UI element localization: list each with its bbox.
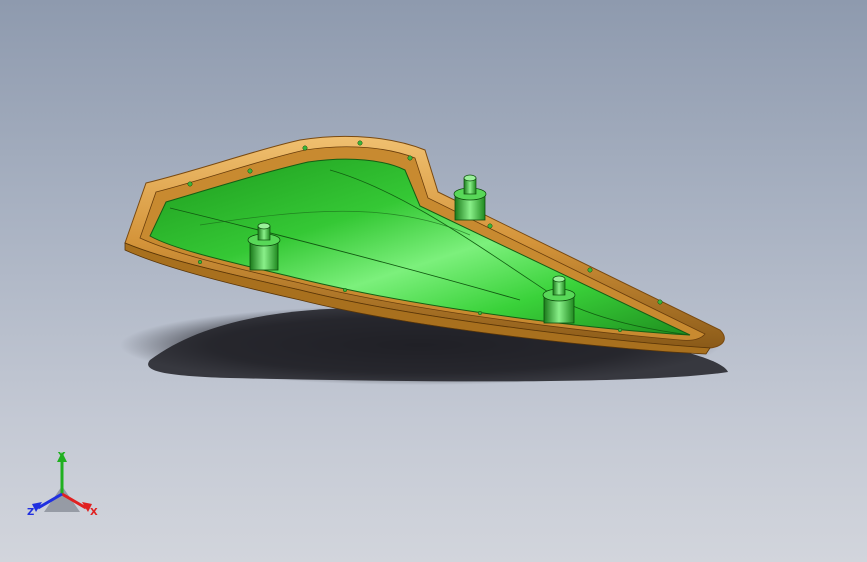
coordinate-triad: Y X Z — [27, 451, 98, 518]
cad-model-view[interactable] — [0, 0, 867, 562]
x-axis-label: X — [90, 507, 98, 518]
y-axis-label: Y — [57, 451, 66, 462]
graphics-viewport[interactable]: Y X Z — [0, 0, 867, 562]
z-axis-label: Z — [27, 507, 34, 518]
mounting-boss-2[interactable] — [453, 174, 487, 221]
